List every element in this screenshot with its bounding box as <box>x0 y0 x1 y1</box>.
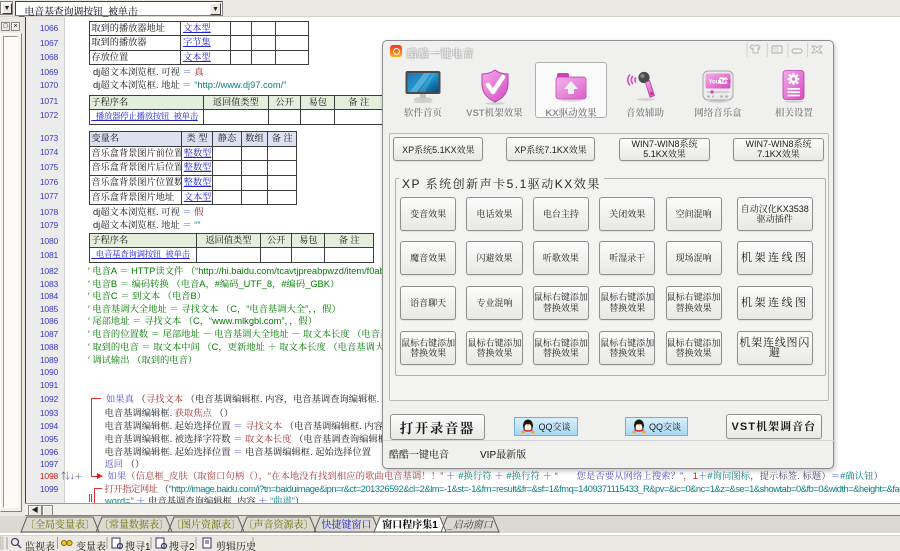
svg-text:You: You <box>709 80 720 86</box>
svg-text:〔声音资源表〕: 〔声音资源表〕 <box>244 518 314 531</box>
svg-text:〔图片资源表〕: 〔图片资源表〕 <box>171 518 241 531</box>
svg-text:窗口程序集1: 窗口程序集1 <box>382 518 438 531</box>
svg-text:快捷键窗口: 快捷键窗口 <box>322 518 372 531</box>
svg-text:Tube: Tube <box>720 79 731 85</box>
svg-text:_启动窗口: _启动窗口 <box>446 519 494 531</box>
svg-text:〔常量数据表〕: 〔常量数据表〕 <box>99 518 169 531</box>
svg-text:〔全局变量表〕: 〔全局变量表〕 <box>25 518 95 531</box>
